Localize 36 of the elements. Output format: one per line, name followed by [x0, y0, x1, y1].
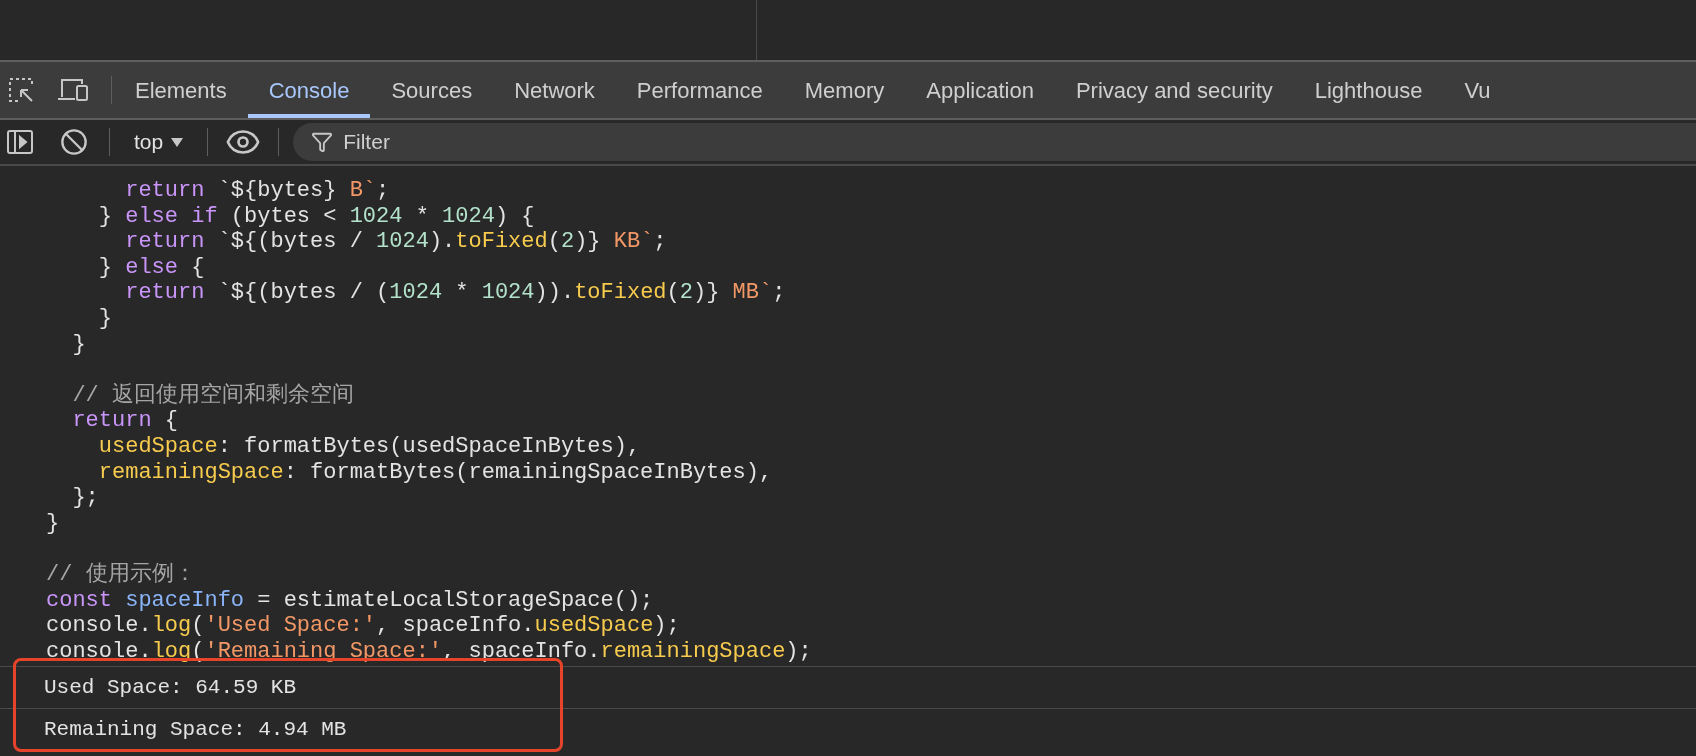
code-line: } else if (bytes < 1024 * 1024) {: [97, 203, 535, 229]
code-line: return `${(bytes / 1024).toFixed(2)} KB`;: [124, 229, 667, 255]
code-line: return `${bytes} B`;: [124, 178, 390, 203]
panel-tab[interactable]: Sources: [370, 62, 494, 118]
caret-icon: [171, 137, 184, 147]
code-line: // 返回使用空间和剩余空间: [71, 382, 354, 408]
filter-field[interactable]: Filter: [293, 123, 1696, 161]
code-line: console.log('Used Space:', spaceInfo.usedSpace);: [46, 613, 680, 639]
panel-tab[interactable]: Console: [247, 62, 371, 118]
device-toolbar-icon[interactable]: [57, 77, 89, 103]
sidebar-toggle-icon[interactable]: [6, 128, 34, 156]
panel-tab[interactable]: Memory: [783, 62, 906, 118]
inspect-icon[interactable]: [7, 76, 35, 104]
code-line: }: [46, 510, 60, 536]
console-message: Used Space: 64.59 KB: [44, 675, 297, 702]
panel-tab[interactable]: Privacy and security: [1054, 62, 1294, 118]
code-line: usedSpace: formatBytes(usedSpaceInBytes),: [97, 433, 641, 459]
code-line: }: [97, 305, 112, 331]
panel-tab[interactable]: Elements: [114, 62, 248, 118]
panel-tab[interactable]: Application: [905, 62, 1055, 118]
code-line: const spaceInfo = estimateLocalStorageSpace();: [46, 587, 654, 613]
code-line: remainingSpace: formatBytes(remainingSpaceInBytes),: [97, 459, 773, 485]
console-message: Remaining Space: 4.94 MB: [44, 717, 347, 744]
panel-tab[interactable]: Lighthouse: [1293, 62, 1444, 118]
code-line: };: [71, 485, 99, 511]
panel-tab[interactable]: Network: [493, 62, 616, 118]
filter-icon: [311, 131, 334, 153]
code-line: // 使用示例：: [46, 561, 196, 587]
clear-console-icon[interactable]: [60, 128, 88, 156]
panel-tab[interactable]: Vu: [1443, 62, 1512, 118]
code-line: } else {: [97, 254, 205, 280]
panel-tab[interactable]: Performance: [615, 62, 784, 118]
code-line: }: [71, 331, 86, 357]
code-line: return {: [71, 408, 179, 434]
code-line: return `${(bytes / (1024 * 1024)).toFixed(2)} MB`;: [124, 280, 786, 306]
context-dropdown[interactable]: top: [110, 126, 208, 158]
